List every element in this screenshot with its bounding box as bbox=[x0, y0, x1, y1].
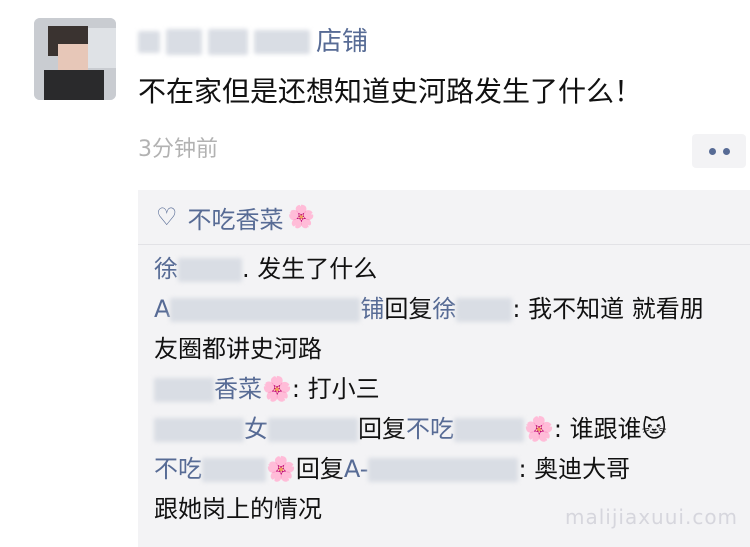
comment-text: 奥迪大哥 bbox=[534, 455, 631, 483]
blurred-name bbox=[202, 458, 266, 482]
more-button[interactable] bbox=[692, 134, 746, 168]
flower-emoji: 🌸 bbox=[266, 455, 296, 483]
author-name[interactable]: 店铺 bbox=[138, 22, 368, 62]
author-avatar[interactable] bbox=[34, 18, 116, 100]
blurred-name bbox=[138, 31, 160, 53]
comment-author[interactable]: 徐 bbox=[154, 255, 178, 283]
comment-author[interactable]: 女 bbox=[244, 415, 268, 443]
reply-word: 回复 bbox=[295, 455, 344, 483]
cat-emoji: 🐱 bbox=[641, 415, 667, 443]
blurred-name bbox=[154, 418, 244, 442]
comment-sep: : bbox=[291, 375, 308, 403]
comment-text: 谁跟谁 bbox=[569, 415, 642, 443]
reply-word: 回复 bbox=[358, 415, 406, 443]
watermark: malijiaxuui.com bbox=[565, 505, 739, 529]
comment-text: 我不知道 就看朋 bbox=[528, 295, 704, 323]
comment-author[interactable]: 香菜 bbox=[214, 375, 262, 403]
blurred-name bbox=[178, 258, 242, 282]
comments-panel: ♡ 不吃香菜 🌸 徐. 发生了什么 A 铺回复徐: 我不知道 就看朋 友圈都讲史河… bbox=[138, 190, 750, 547]
post-text: 不在家但是还想知道史河路发生了什么！ bbox=[138, 75, 643, 108]
comment-item-continued: 友圈都讲史河路 bbox=[154, 329, 750, 369]
dot-icon bbox=[708, 147, 716, 155]
blurred-name bbox=[268, 418, 358, 442]
blurred-name bbox=[154, 378, 214, 402]
comment-sep: : bbox=[553, 415, 570, 443]
likes-row: ♡ 不吃香菜 🌸 bbox=[138, 190, 750, 245]
heart-outline-icon: ♡ bbox=[156, 203, 178, 231]
comment-item[interactable]: 女 回复不吃 🌸: 谁跟谁🐱 bbox=[154, 409, 750, 449]
comment-text: 跟她岗上的情况 bbox=[154, 495, 322, 523]
flower-emoji: 🌸 bbox=[287, 204, 315, 230]
comment-author[interactable]: A bbox=[154, 295, 170, 323]
blurred-name bbox=[456, 298, 513, 322]
blurred-name bbox=[208, 29, 248, 55]
reply-target[interactable]: 徐 bbox=[432, 295, 456, 323]
blurred-name bbox=[170, 298, 361, 322]
author-name-visible: 店铺 bbox=[316, 27, 369, 57]
reply-target[interactable]: 不吃 bbox=[406, 415, 454, 443]
post-time: 3分钟前 bbox=[138, 137, 218, 162]
flower-emoji: 🌸 bbox=[524, 415, 554, 443]
reply-target[interactable]: A- bbox=[344, 455, 369, 483]
blurred-name bbox=[254, 30, 310, 54]
comment-item[interactable]: 香菜🌸: 打小三 bbox=[154, 369, 750, 409]
like-name[interactable]: 不吃香菜 bbox=[188, 200, 284, 235]
comment-sep: : bbox=[512, 295, 529, 323]
blurred-name bbox=[454, 418, 524, 442]
comment-author-end: 铺 bbox=[360, 295, 385, 323]
blurred-name bbox=[368, 458, 519, 482]
flower-emoji: 🌸 bbox=[262, 375, 292, 403]
comment-text: 发生了什么 bbox=[257, 255, 378, 283]
comment-item[interactable]: 不吃 🌸回复A-: 奥迪大哥 bbox=[154, 449, 750, 489]
reply-word: 回复 bbox=[384, 295, 433, 323]
comment-text: 打小三 bbox=[307, 375, 380, 403]
comment-text: 友圈都讲史河路 bbox=[154, 335, 322, 363]
comment-item[interactable]: 徐. 发生了什么 bbox=[154, 249, 750, 289]
dot-icon bbox=[722, 147, 730, 155]
comment-sep: : bbox=[518, 455, 535, 483]
comment-sep: . bbox=[242, 255, 258, 283]
comment-item[interactable]: A 铺回复徐: 我不知道 就看朋 bbox=[154, 289, 750, 329]
blurred-name bbox=[166, 29, 202, 55]
comment-author[interactable]: 不吃 bbox=[154, 455, 202, 483]
